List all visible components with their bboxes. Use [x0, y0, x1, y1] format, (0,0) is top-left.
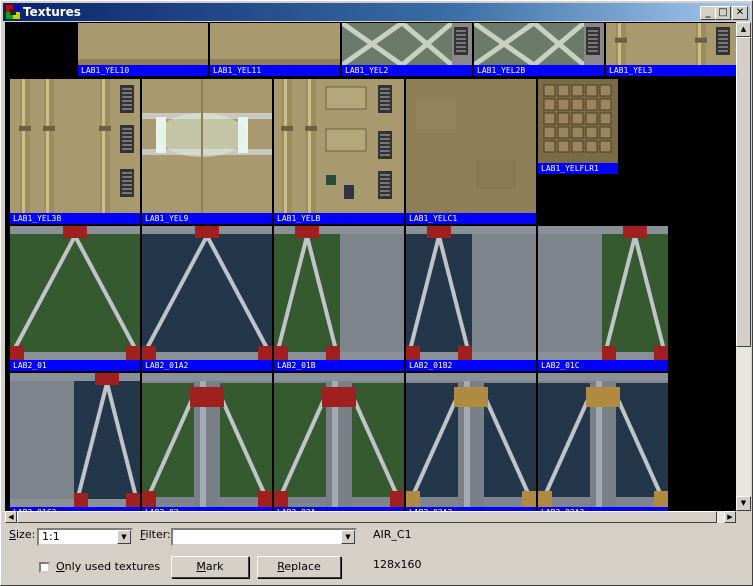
- texture-tile[interactable]: LAB2_01C2: [9, 372, 141, 511]
- texture-name-label: LAB1_YEL11: [210, 65, 340, 76]
- title-bar[interactable]: Textures _ □ ✕: [3, 3, 750, 21]
- texture-browser[interactable]: LAB1_YEL10 LAB1_YEL11 LAB1_YEL2 LAB1_YEL2B L…: [5, 22, 736, 511]
- texture-preview: [274, 226, 404, 360]
- texture-name-label: LAB2_01A2: [142, 360, 272, 371]
- texture-preview: [10, 373, 140, 507]
- size-select[interactable]: 1:1 ▼: [37, 528, 133, 546]
- texture-name-label: LAB2_01C: [538, 360, 668, 371]
- texture-name-label: LAB2_01: [10, 360, 140, 371]
- texture-preview: [142, 373, 272, 507]
- texture-tile[interactable]: LAB2_02A3: [537, 372, 669, 511]
- scroll-right-button[interactable]: ▶: [724, 511, 736, 523]
- chevron-down-icon[interactable]: ▼: [117, 530, 131, 544]
- chevron-down-icon[interactable]: ▼: [341, 530, 355, 544]
- texture-tile[interactable]: LAB1_YEL3B: [9, 78, 141, 225]
- filter-combo[interactable]: ▼: [171, 528, 357, 546]
- scroll-up-button[interactable]: ▲: [736, 22, 751, 37]
- mark-button[interactable]: Mark: [171, 556, 249, 578]
- replace-label: Replace: [277, 560, 321, 573]
- texture-preview: [142, 226, 272, 360]
- texture-tile[interactable]: LAB1_YELB: [273, 78, 405, 225]
- texture-preview: [406, 373, 536, 507]
- texture-preview: [210, 23, 340, 65]
- texture-preview: [538, 226, 668, 360]
- texture-name-label: LAB2_01B2: [406, 360, 536, 371]
- texture-preview: [142, 79, 272, 213]
- texture-name-label: LAB1_YEL3: [606, 65, 736, 76]
- texture-preview: [538, 373, 668, 507]
- texture-tile[interactable]: LAB2_01B: [273, 225, 405, 372]
- replace-button[interactable]: Replace: [257, 556, 341, 578]
- filter-label: Filter:: [140, 528, 171, 541]
- texture-preview: [606, 23, 736, 65]
- texture-tile[interactable]: LAB2_02A2: [405, 372, 537, 511]
- vertical-scroll-thumb[interactable]: [736, 37, 751, 347]
- texture-name-label: LAB1_YEL2: [342, 65, 472, 76]
- texture-tile[interactable]: LAB2_01B2: [405, 225, 537, 372]
- mark-label: Mark: [196, 560, 224, 573]
- texture-tile[interactable]: LAB1_YEL3: [605, 22, 736, 77]
- texture-preview: [538, 79, 618, 163]
- minimize-icon: _: [705, 7, 711, 18]
- texture-name-label: LAB1_YEL9: [142, 213, 272, 224]
- texture-preview: [10, 226, 140, 360]
- texture-tile[interactable]: LAB1_YEL2B: [473, 22, 605, 77]
- texture-preview: [406, 226, 536, 360]
- texture-tile[interactable]: LAB1_YEL11: [209, 22, 341, 77]
- scroll-left-button[interactable]: ◀: [5, 511, 17, 523]
- texture-name-label: LAB2_01B: [274, 360, 404, 371]
- only-used-label: Only used textures: [56, 560, 161, 573]
- texture-tile[interactable]: LAB1_YELFLR1: [537, 78, 619, 175]
- texture-tile[interactable]: LAB2_02A: [273, 372, 405, 511]
- scroll-down-button[interactable]: ▼: [736, 496, 751, 511]
- texture-preview: [10, 79, 140, 213]
- texture-tile[interactable]: LAB2_01C: [537, 225, 669, 372]
- size-value: 1:1: [42, 530, 60, 543]
- selected-texture-name: AIR_C1: [373, 528, 412, 541]
- texture-preview: [78, 23, 208, 65]
- texture-tile[interactable]: LAB2_02: [141, 372, 273, 511]
- textures-window: Textures _ □ ✕ LAB1_YEL10 LAB1_YEL11 LAB1_…: [0, 0, 753, 586]
- horizontal-scroll-thumb[interactable]: [17, 511, 717, 523]
- size-label: Size:: [9, 528, 36, 541]
- texture-name-label: LAB1_YELC1: [406, 213, 536, 224]
- texture-tile[interactable]: LAB2_01A2: [141, 225, 273, 372]
- app-icon: [6, 5, 20, 19]
- window-title: Textures: [23, 5, 81, 19]
- texture-tile[interactable]: LAB2_01: [9, 225, 141, 372]
- close-button[interactable]: ✕: [732, 6, 748, 20]
- texture-name-label: LAB1_YEL2B: [474, 65, 604, 76]
- texture-preview: [474, 23, 604, 65]
- control-panel: Size: 1:1 ▼ Filter: ▼ AIR_C1 Only used t…: [3, 524, 750, 584]
- texture-name-label: LAB1_YEL3B: [10, 213, 140, 224]
- texture-name-label: LAB1_YELB: [274, 213, 404, 224]
- texture-tile[interactable]: LAB1_YEL2: [341, 22, 473, 77]
- minimize-button[interactable]: _: [700, 6, 716, 20]
- selected-texture-dimensions: 128x160: [373, 558, 422, 571]
- texture-name-label: LAB1_YELFLR1: [538, 163, 618, 174]
- maximize-button[interactable]: □: [715, 6, 731, 20]
- texture-tile[interactable]: LAB1_YEL9: [141, 78, 273, 225]
- texture-preview: [342, 23, 472, 65]
- texture-tile[interactable]: LAB1_YEL10: [77, 22, 209, 77]
- texture-name-label: LAB1_YEL10: [78, 65, 208, 76]
- horizontal-scrollbar[interactable]: ◀ ▶: [5, 511, 736, 523]
- texture-preview: [406, 79, 536, 213]
- vertical-scrollbar[interactable]: ▲ ▼: [736, 22, 751, 511]
- texture-tile[interactable]: LAB1_YELC1: [405, 78, 537, 225]
- only-used-checkbox[interactable]: [39, 562, 50, 573]
- maximize-icon: □: [718, 7, 728, 18]
- close-icon: ✕: [735, 7, 745, 18]
- texture-preview: [274, 79, 404, 213]
- texture-preview: [274, 373, 404, 507]
